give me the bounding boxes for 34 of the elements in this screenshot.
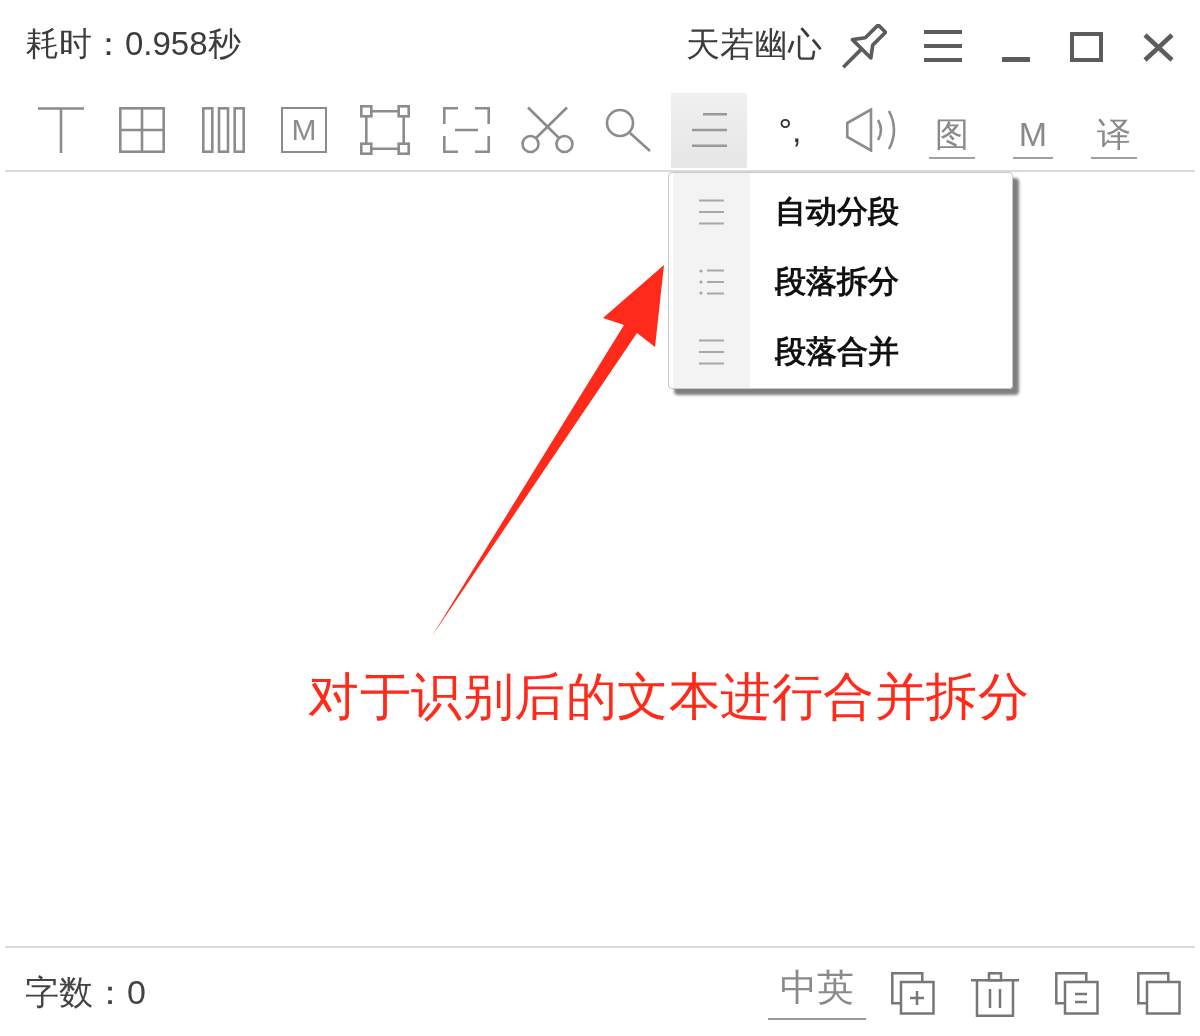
toolbar-text-button[interactable]: 图 [929,113,975,159]
copy-plus-icon[interactable] [891,971,935,1015]
trash-icon[interactable] [971,971,1019,1017]
columns-icon[interactable] [201,107,245,153]
copy-icon[interactable] [1137,971,1181,1015]
scan-frame-icon[interactable] [442,107,490,153]
maximize-icon[interactable] [1070,32,1103,62]
scissors-icon[interactable] [520,106,574,154]
toolbar-text-button[interactable]: M [1012,113,1054,159]
bullet-list-icon [699,269,724,295]
word-count: 字数：0 [25,972,146,1012]
annotation-text: 对于识别后的文本进行合并拆分 [308,667,1029,727]
menu-icon[interactable] [924,30,962,62]
toolbar-text-button[interactable]: 译 [1091,113,1137,159]
lines-icon [699,339,724,365]
letter-t-icon[interactable] [38,107,84,153]
selection-frame-icon[interactable] [360,105,410,155]
boxed-letter-button[interactable]: M [281,107,327,153]
lines-icon [699,199,724,225]
close-icon[interactable] [1143,32,1174,62]
copy-lines-icon[interactable] [1055,971,1099,1015]
menu-item[interactable]: 段落合并 [673,317,1008,387]
grid-icon[interactable] [119,107,165,153]
menu-item[interactable]: 自动分段 [673,177,1008,247]
elapsed-time: 耗时：0.958秒 [26,24,241,64]
search-icon[interactable] [605,108,651,152]
user-name: 天若幽心 [686,24,822,64]
pin-icon[interactable] [841,23,887,69]
speaker-icon[interactable] [846,108,896,152]
language-toggle-button[interactable]: 中英 [768,967,866,1020]
punctuation-button[interactable]: °, [778,110,802,150]
lines-icon [691,113,727,147]
menu-item[interactable]: 段落拆分 [673,247,1008,317]
paragraph-button[interactable] [671,92,747,168]
